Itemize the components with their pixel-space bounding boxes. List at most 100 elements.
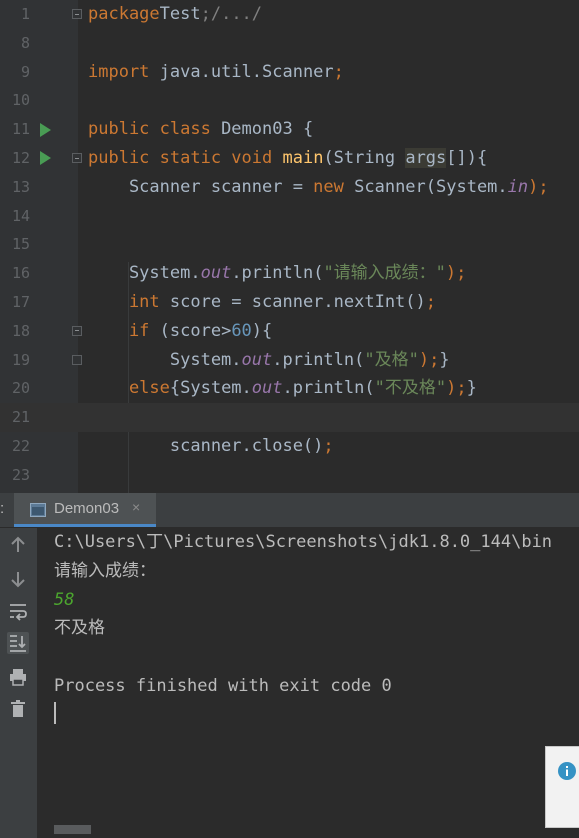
sidebar-label: : [0, 500, 5, 517]
code-token: Demon03 { [210, 119, 314, 140]
code-token: in [507, 176, 529, 197]
code-line-23[interactable]: 23 [0, 461, 579, 490]
code-text: scanner.close(); [88, 432, 334, 461]
code-token: public class [88, 119, 211, 140]
code-line-16[interactable]: 16 System.out.println("请输入成绩："); [0, 259, 579, 288]
code-token: (score> [149, 320, 232, 341]
code-token: score = scanner.nextInt() [159, 292, 426, 312]
run-tool-window: : Demon03 × C:\Users\丁\Pictures\Screensh… [0, 493, 579, 838]
code-token: int [88, 292, 160, 312]
console-line: C:\Users\丁\Pictures\Screenshots\jdk1.8.0… [54, 532, 553, 552]
line-number: 12 [11, 149, 30, 167]
tab-demon03[interactable]: Demon03 × [14, 493, 156, 527]
code-token: System. [88, 349, 242, 370]
code-token: ); [418, 349, 440, 370]
line-number: 20 [11, 379, 30, 398]
info-popup[interactable] [545, 746, 579, 828]
horizontal-scrollbar[interactable] [54, 825, 91, 834]
code-line-21[interactable]: 21 [0, 403, 579, 432]
code-line-1[interactable]: 1 packageTest;/.../ [0, 0, 579, 29]
code-token: out [200, 263, 232, 284]
up-arrow-icon[interactable] [7, 534, 29, 556]
line-number: 18 [11, 321, 30, 340]
line-number: 16 [11, 264, 30, 283]
console-output[interactable]: C:\Users\丁\Pictures\Screenshots\jdk1.8.0… [37, 528, 579, 838]
code-token: } [439, 349, 450, 370]
soft-wrap-icon[interactable] [7, 600, 29, 622]
code-token: "请输入成绩：" [323, 263, 446, 284]
line-number: 17 [11, 293, 30, 311]
code-text: int score = scanner.nextInt(); [88, 288, 436, 317]
scroll-to-end-icon[interactable] [7, 632, 29, 654]
run-toolbar [0, 528, 37, 838]
code-line-17[interactable]: 17 int score = scanner.nextInt(); [0, 288, 579, 317]
code-token: ; [333, 61, 344, 82]
code-line-12[interactable]: 12 public static void main(String args[])… [0, 144, 579, 173]
code-token: new [313, 176, 344, 197]
code-token: Test [159, 4, 201, 24]
code-line-22[interactable]: 22 scanner.close(); [0, 432, 579, 461]
console-icon [30, 503, 46, 517]
line-number: 22 [11, 437, 30, 455]
code-line-20[interactable]: 20 else{System.out.println("不及格");} [0, 374, 579, 403]
code-token: Scanner(System. [343, 176, 508, 197]
code-token: []){ [446, 148, 488, 168]
code-token: Scanner scanner = [88, 176, 314, 197]
code-line-13[interactable]: 13 Scanner scanner = new Scanner(System.… [0, 173, 579, 202]
code-line-11[interactable]: 11 public class Demon03 { [0, 115, 579, 144]
line-number: 23 [11, 465, 30, 484]
run-tab-bar: : Demon03 × [0, 493, 579, 528]
code-token: .println( [272, 349, 365, 370]
code-token: "不及格" [374, 378, 447, 399]
tab-label: Demon03 [54, 500, 120, 517]
code-token: import [88, 61, 150, 82]
tab-close-icon[interactable]: × [132, 499, 140, 515]
line-number: 9 [20, 62, 30, 81]
line-number: 11 [11, 120, 30, 139]
code-token: .println( [282, 378, 375, 399]
code-line-8[interactable]: 8 [0, 29, 579, 58]
down-arrow-icon[interactable] [7, 568, 29, 590]
console-line: 不及格 [54, 618, 105, 639]
code-line-9[interactable]: 9 import java.util.Scanner; [0, 58, 579, 87]
code-line-18[interactable]: 18 if (score>60){ [0, 317, 579, 346]
code-token: ); [528, 176, 549, 197]
code-line-15[interactable]: 15 [0, 230, 579, 259]
code-token: main [282, 148, 324, 168]
code-text: System.out.println("及格");} [88, 346, 450, 375]
console-line: 58 [54, 589, 75, 610]
code-token: package [88, 4, 160, 24]
console-line: 请输入成绩： [54, 560, 156, 581]
text-cursor [54, 702, 56, 724]
trash-icon[interactable] [7, 698, 29, 720]
code-token: ); [445, 263, 467, 284]
code-text: import java.util.Scanner; [88, 58, 344, 87]
info-icon [558, 762, 576, 780]
code-line-19[interactable]: 19 System.out.println("及格");} [0, 346, 579, 375]
print-icon[interactable] [7, 666, 29, 688]
code-text: else{System.out.println("不及格");} [88, 374, 477, 403]
code-text: System.out.println("请输入成绩："); [88, 259, 466, 288]
code-token: out [241, 349, 273, 370]
line-number: 1 [20, 5, 30, 23]
code-token: args [405, 148, 447, 168]
code-text: public class Demon03 { [88, 115, 313, 144]
line-number: 19 [11, 350, 30, 369]
code-token: .println( [231, 263, 324, 284]
code-token: 60 [231, 320, 252, 341]
line-number: 10 [11, 91, 30, 110]
code-line-14[interactable]: 14 [0, 202, 579, 231]
code-editor[interactable]: 1 packageTest;/.../ 8 9 import java.util.Sca… [0, 0, 579, 493]
code-text: Scanner scanner = new Scanner(System.in)… [88, 173, 549, 202]
code-token: out [251, 378, 283, 399]
line-number: 14 [11, 206, 30, 225]
code-token: } [466, 378, 477, 399]
code-token: else [88, 378, 170, 399]
code-token: if [88, 320, 150, 341]
code-text: public static void main(String args[]){ [88, 144, 487, 173]
code-line-10[interactable]: 10 [0, 86, 579, 115]
code-token: ); [446, 378, 467, 399]
code-token: System. [88, 263, 201, 284]
code-token: public static void [88, 148, 273, 168]
